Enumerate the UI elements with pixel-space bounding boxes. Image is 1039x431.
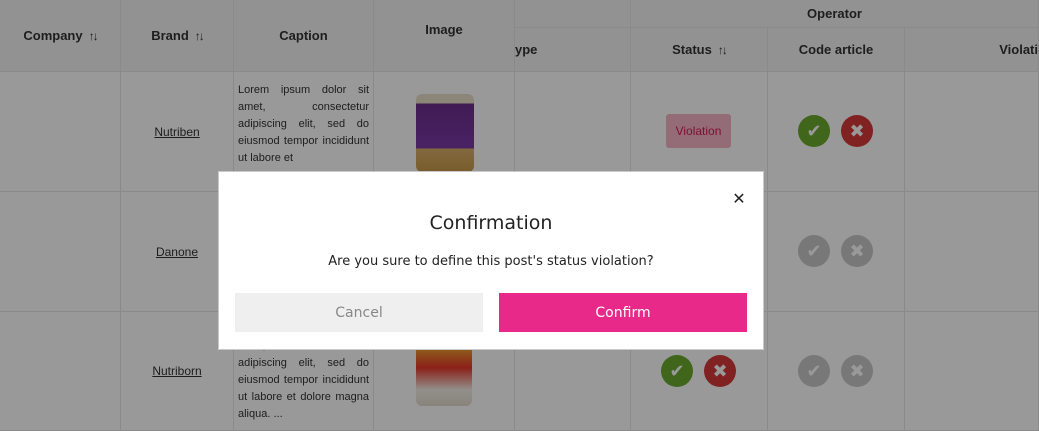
confirm-button[interactable]: Confirm xyxy=(499,293,747,332)
close-icon[interactable]: ✕ xyxy=(731,192,747,208)
confirmation-dialog: ✕ Confirmation Are you sure to define th… xyxy=(219,172,763,349)
cancel-button[interactable]: Cancel xyxy=(235,293,483,332)
dialog-title: Confirmation xyxy=(429,212,553,234)
dialog-message: Are you sure to define this post's statu… xyxy=(328,254,654,269)
